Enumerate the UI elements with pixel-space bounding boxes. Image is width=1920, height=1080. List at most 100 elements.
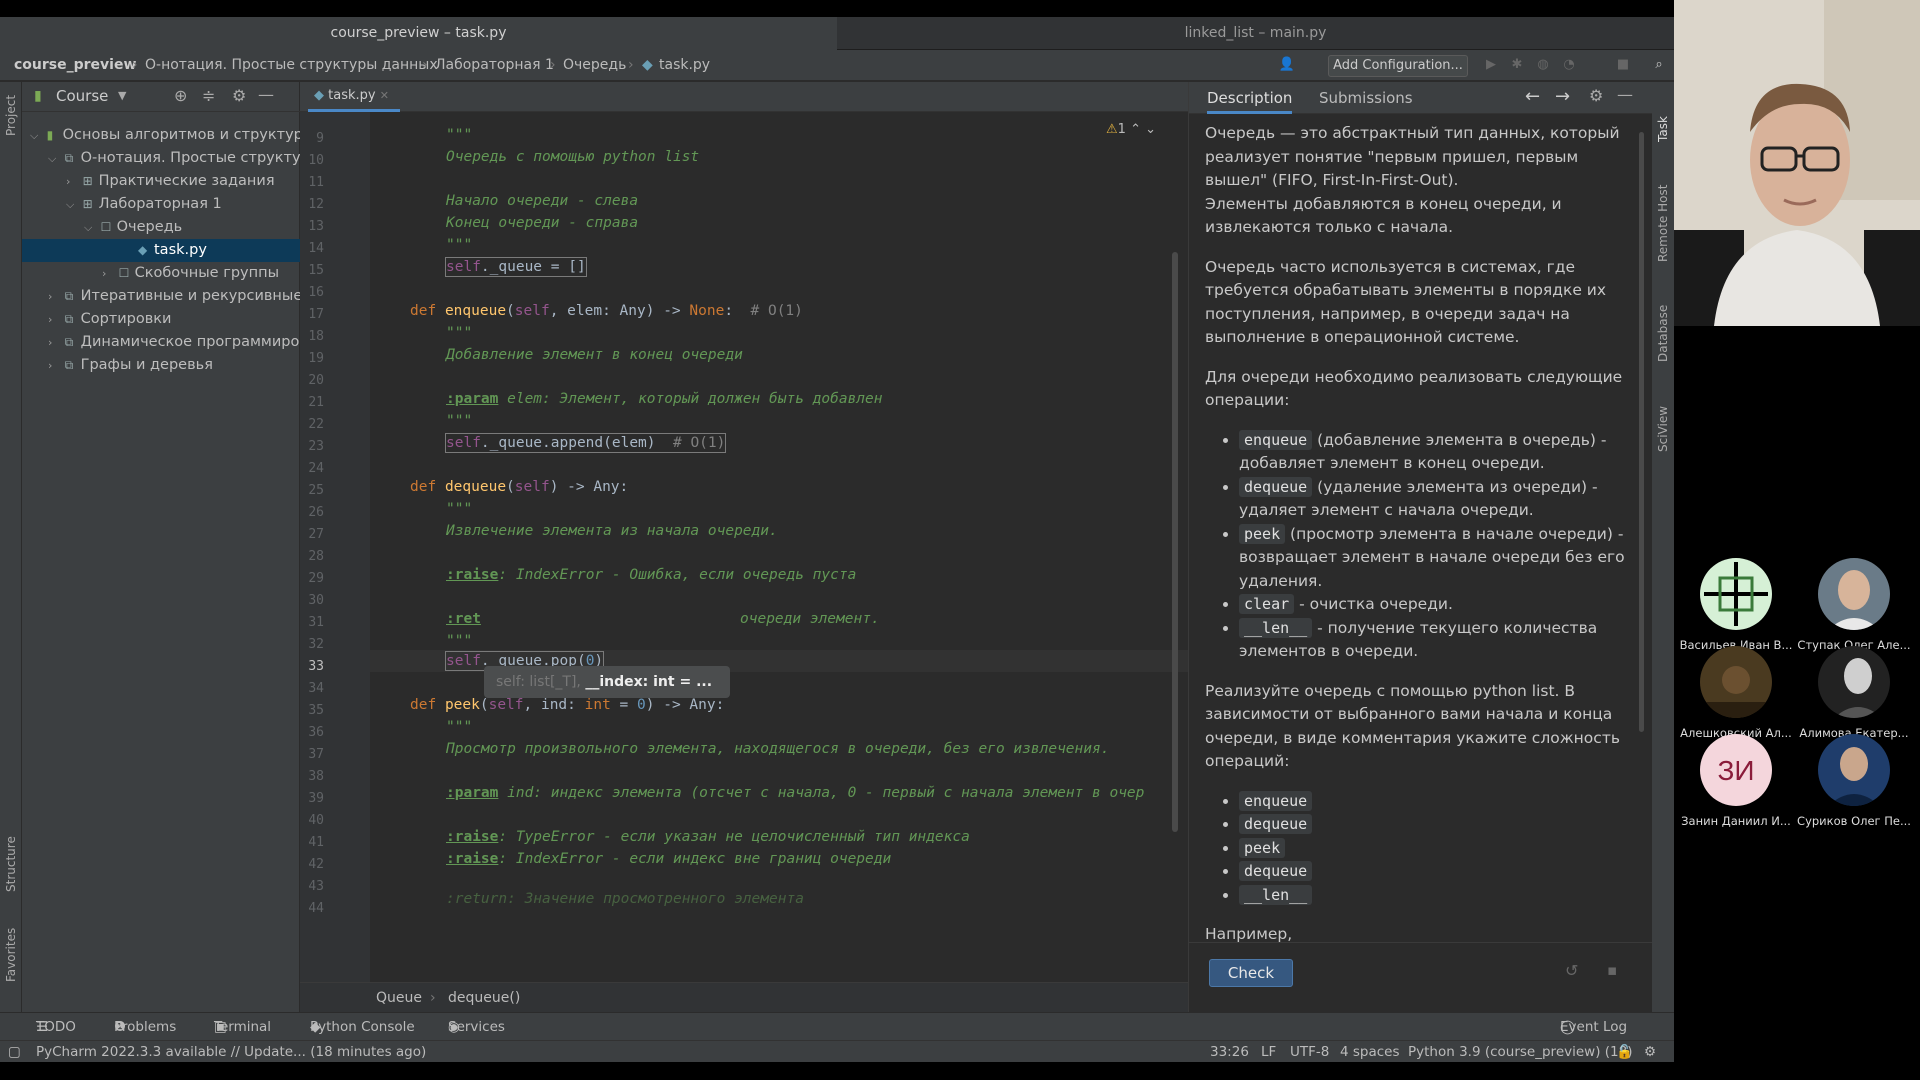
tree-item-lesson[interactable]: › ⊞ Практические задания (22, 170, 300, 193)
chevron-right-icon: › (48, 290, 53, 303)
line-number: 9 (316, 131, 324, 146)
lock-icon[interactable]: 🔓 (1616, 1041, 1633, 1062)
tree-item-section[interactable]: › ⧉Итеративные и рекурсивные алгоритмы (22, 285, 300, 308)
line-separator[interactable]: LF (1261, 1041, 1276, 1062)
caret-position[interactable]: 33:26 (1210, 1041, 1249, 1062)
breadcrumb-section[interactable]: О-нотация. Простые структуры данных (145, 50, 438, 81)
avatar (1700, 646, 1772, 718)
check-button[interactable]: Check (1209, 959, 1293, 987)
code-line: :param ind: индекс элемента (отсчет с на… (446, 785, 1145, 801)
profile-icon[interactable]: ◔ (1560, 56, 1578, 74)
inspection-widget[interactable]: ⚠1 ⌃ ⌄ (1106, 122, 1156, 137)
tree-item-lesson[interactable]: ⌵ ⊞ Лабораторная 1 (22, 193, 300, 216)
participant-tile[interactable]: Суриков Олег Пе... (1794, 734, 1914, 828)
locate-icon[interactable]: ⊕ (174, 86, 187, 105)
close-icon[interactable]: ✕ (380, 89, 389, 102)
participant-tile[interactable]: Алешковский Ал... (1676, 646, 1796, 740)
list-item: __len__ - получение текущего количества … (1239, 617, 1625, 664)
breadcrumb-method[interactable]: dequeue() (448, 983, 520, 1013)
chevron-right-icon: › (66, 175, 71, 188)
participant-tile[interactable]: ЗИ Занин Даниил И... (1676, 734, 1796, 828)
search-icon[interactable]: ⌕ (1650, 56, 1668, 74)
line-number: 43 (308, 879, 324, 894)
window-tab-linked-list[interactable]: linked_list – main.py (837, 17, 1674, 50)
coverage-icon[interactable]: ◍ (1534, 56, 1552, 74)
line-number: 32 (308, 637, 324, 652)
file-encoding[interactable]: UTF-8 (1290, 1041, 1329, 1062)
code-line: очереди элемент. (740, 611, 880, 627)
run-icon[interactable]: ▶ (1482, 56, 1500, 74)
task-scrollbar[interactable] (1639, 132, 1644, 732)
breadcrumb-lesson[interactable]: Лабораторная 1 (435, 50, 554, 81)
breadcrumb-project[interactable]: course_preview (14, 50, 136, 81)
task-tool-label[interactable]: Task (1656, 116, 1670, 142)
breadcrumb-class[interactable]: Queue (376, 983, 422, 1013)
editor-tab-task-py[interactable]: ◆ task.py ✕ (308, 82, 400, 112)
section-icon: ⧉ (64, 312, 74, 326)
arrow-right-icon[interactable]: → (1555, 86, 1570, 107)
debug-icon[interactable]: ✱ (1508, 56, 1526, 74)
tree-item-task[interactable]: ⌵ ☐ Очередь (22, 216, 300, 239)
remote-host-tool-label[interactable]: Remote Host (1656, 185, 1670, 262)
code-line: :return: Значение просмотренного элемент… (446, 891, 804, 907)
line-number: 11 (308, 175, 324, 190)
window-tab-course-preview[interactable]: course_preview – task.py (0, 17, 837, 50)
list-item: enqueue (добавление элемента в очередь) … (1239, 429, 1625, 476)
comment-icon[interactable]: ▪ (1607, 961, 1617, 979)
minimize-icon[interactable]: — (258, 85, 274, 104)
line-number: 38 (308, 769, 324, 784)
tree-item-file[interactable]: ◆ task.py (22, 239, 300, 262)
description-paragraph: Очередь часто используется в системах, г… (1205, 257, 1607, 347)
project-tool-label[interactable]: Project (4, 95, 18, 136)
participant-tile[interactable]: Ступак Олег Але... (1794, 558, 1914, 652)
right-tool-strip: Task Remote Host Database SciView (1652, 82, 1674, 1012)
reset-icon[interactable]: ↺ (1565, 961, 1578, 980)
line-number: 35 (308, 703, 324, 718)
python-file-icon: ◆ (138, 243, 148, 257)
add-configuration-button[interactable]: Add Configuration... (1328, 55, 1468, 77)
participant-name: Занин Даниил И... (1681, 814, 1791, 828)
minimize-icon[interactable]: — (1617, 85, 1633, 104)
tool-windows-bar: ☰ TODO ❶ Problems ▣ Terminal ◆ Python Co… (0, 1012, 1674, 1040)
chevron-down-icon: ⌵ (30, 129, 39, 142)
line-number: 16 (308, 285, 324, 300)
tree-item-section[interactable]: › ⧉ Графы и деревья (22, 354, 300, 377)
arrow-left-icon[interactable]: ← (1525, 86, 1540, 107)
tree-item-section[interactable]: › ⧉Динамическое программирование (22, 331, 300, 354)
collapse-all-icon[interactable]: ≑ (202, 86, 215, 105)
participant-name: Суриков Олег Пе... (1797, 814, 1911, 828)
tree-item-section[interactable]: › ⧉ Сортировки (22, 308, 300, 331)
tree-item-task[interactable]: › ☐ Скобочные группы (22, 262, 300, 285)
gear-icon[interactable]: ⚙ (232, 86, 246, 105)
git-icon[interactable]: ⚙ (1644, 1041, 1656, 1062)
stop-icon[interactable]: ■ (1614, 56, 1632, 74)
tab-submissions[interactable]: Submissions (1319, 82, 1413, 114)
breadcrumb-file[interactable]: task.py (659, 50, 710, 81)
database-tool-label[interactable]: Database (1656, 305, 1670, 362)
user-icon[interactable]: 👤 (1278, 56, 1296, 74)
participant-tile[interactable]: Васильев Иван В... (1676, 558, 1796, 652)
task-icon: ☐ (100, 220, 112, 234)
update-notification[interactable]: PyCharm 2022.3.3 available // Update... … (36, 1041, 426, 1062)
tab-description[interactable]: Description (1207, 82, 1293, 114)
tree-item-section[interactable]: ⌵ ⧉О-нотация. Простые структуры данных (22, 147, 300, 170)
editor-scrollbar[interactable] (1172, 252, 1178, 832)
participant-tile[interactable]: Алимова Екатер... (1794, 646, 1914, 740)
project-panel: ▮ Course ▼ ⊕ ≑ ⚙ — ⌵ ▮ Основы алгоритмов … (22, 82, 300, 1012)
breadcrumb-task[interactable]: Очередь (563, 50, 626, 81)
expand-icon[interactable]: ▢ (8, 1041, 21, 1062)
project-view-selector[interactable]: Course (56, 87, 108, 105)
chevron-right-icon: › (48, 336, 53, 349)
gear-icon[interactable]: ⚙ (1589, 86, 1603, 105)
avatar (1818, 646, 1890, 718)
python-interpreter[interactable]: Python 3.9 (course_preview) (18) (1408, 1041, 1632, 1062)
chevron-down-icon[interactable]: ▼ (118, 89, 126, 102)
tree-item-course[interactable]: ⌵ ▮Основы алгоритмов и структур данных (22, 124, 300, 147)
breadcrumb-separator: › (550, 57, 556, 73)
code-line: Просмотр произвольного элемента, находящ… (446, 741, 1110, 757)
sciview-tool-label[interactable]: SciView (1656, 406, 1670, 452)
indent-setting[interactable]: 4 spaces (1340, 1041, 1400, 1062)
code-line: :ret (446, 611, 481, 627)
structure-tool-label[interactable]: Structure (4, 836, 18, 892)
favorites-tool-label[interactable]: Favorites (4, 928, 18, 982)
